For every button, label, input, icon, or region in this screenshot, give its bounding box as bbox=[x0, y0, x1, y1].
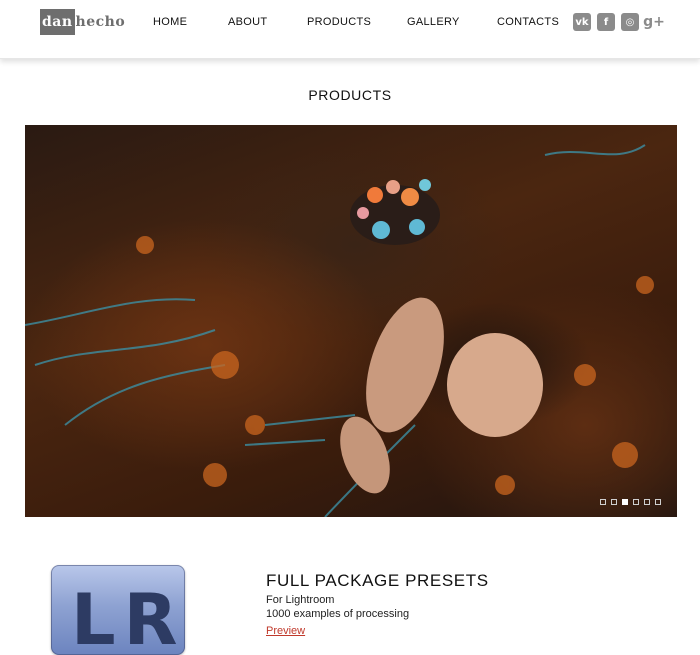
slider-dot[interactable] bbox=[633, 499, 639, 505]
slider-dot[interactable] bbox=[644, 499, 650, 505]
vk-icon[interactable]: vk bbox=[573, 13, 591, 31]
logo[interactable]: dan hecho bbox=[40, 9, 125, 35]
slider-dot[interactable] bbox=[655, 499, 661, 505]
slider-dot[interactable] bbox=[622, 499, 628, 505]
lightroom-logo: LR bbox=[71, 579, 185, 655]
page-title: PRODUCTS bbox=[308, 87, 392, 103]
nav-about[interactable]: ABOUT bbox=[228, 16, 267, 28]
product-title: FULL PACKAGE PRESETS bbox=[266, 571, 489, 590]
product-description: 1000 examples of processing bbox=[266, 608, 410, 620]
slide-image bbox=[25, 144, 654, 517]
logo-part-dan: dan bbox=[40, 9, 75, 35]
google-plus-icon[interactable]: g+ bbox=[643, 13, 665, 31]
facebook-icon[interactable]: f bbox=[597, 13, 615, 31]
slider-pagination bbox=[600, 499, 661, 505]
nav-contacts[interactable]: CONTACTS bbox=[497, 16, 559, 28]
product-subtitle: For Lightroom bbox=[266, 594, 335, 606]
logo-part-hecho: hecho bbox=[75, 14, 126, 30]
slider-dot[interactable] bbox=[600, 499, 606, 505]
nav-products[interactable]: PRODUCTS bbox=[307, 16, 371, 28]
product-thumbnail[interactable]: LR bbox=[51, 565, 185, 655]
nav-home[interactable]: HOME bbox=[153, 16, 187, 28]
slider-dot[interactable] bbox=[611, 499, 617, 505]
site-header: dan hecho HOME ABOUT PRODUCTS GALLERY CO… bbox=[0, 0, 700, 59]
preview-link[interactable]: Preview bbox=[266, 625, 305, 637]
nav-gallery[interactable]: GALLERY bbox=[407, 16, 460, 28]
instagram-icon[interactable]: ◎ bbox=[621, 13, 639, 31]
hero-slider[interactable] bbox=[25, 125, 677, 517]
